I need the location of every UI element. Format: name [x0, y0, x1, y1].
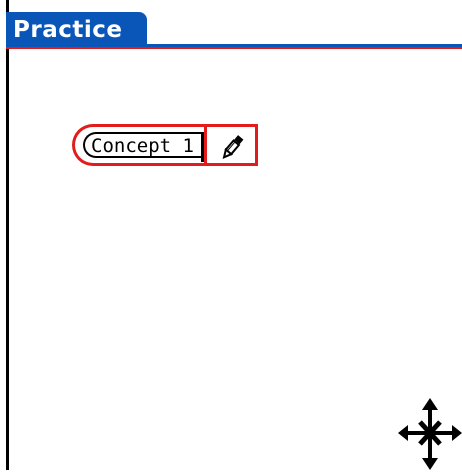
- concept-node-label: Concept 1: [83, 132, 207, 158]
- move-arrows-icon[interactable]: [398, 398, 462, 474]
- edit-concept-button[interactable]: [204, 124, 258, 166]
- screen: Practice Concept 1: [0, 0, 462, 470]
- pencil-icon: [222, 135, 244, 159]
- app-title-tab[interactable]: Practice: [6, 12, 147, 44]
- app-title: Practice: [13, 17, 123, 43]
- screen-left-border: [6, 0, 9, 470]
- concept-node[interactable]: Concept 1: [72, 124, 207, 166]
- title-underline-accent: [6, 47, 462, 49]
